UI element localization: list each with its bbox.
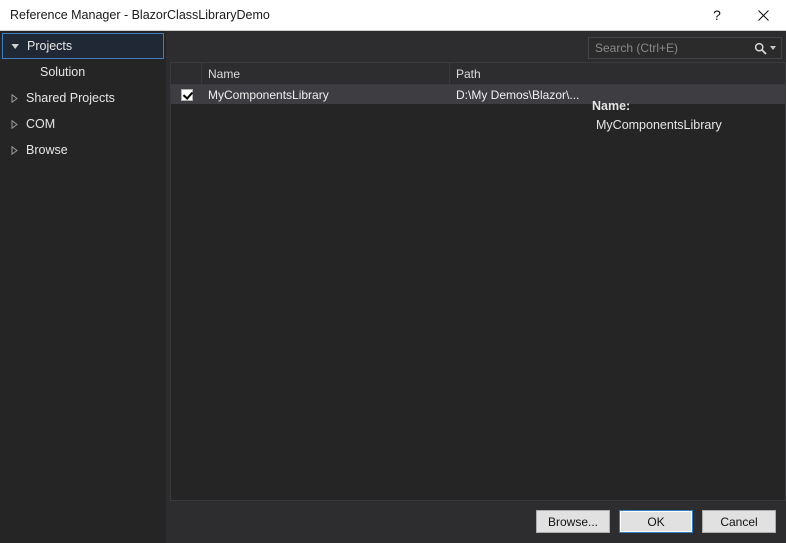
row-checkbox-cell[interactable] bbox=[171, 85, 202, 104]
dialog-body: Projects Solution Shared Projects COM Br… bbox=[0, 31, 786, 543]
browse-button[interactable]: Browse... bbox=[536, 510, 610, 533]
question-mark-icon: ? bbox=[713, 7, 721, 23]
window-controls: ? bbox=[694, 0, 786, 30]
search-box[interactable] bbox=[588, 37, 782, 59]
row-name-cell: MyComponentsLibrary bbox=[208, 87, 329, 102]
search-box-icons bbox=[754, 42, 781, 55]
close-icon bbox=[757, 9, 769, 21]
search-input[interactable] bbox=[589, 40, 754, 56]
checkbox-icon[interactable] bbox=[180, 88, 193, 101]
detail-name-value: MyComponentsLibrary bbox=[596, 118, 722, 133]
sidebar-item-solution[interactable]: Solution bbox=[0, 59, 166, 85]
sidebar-item-label: Projects bbox=[27, 39, 73, 53]
sidebar-item-label: Browse bbox=[26, 143, 68, 157]
ok-button[interactable]: OK bbox=[619, 510, 693, 533]
title-bar: Reference Manager - BlazorClassLibraryDe… bbox=[0, 0, 786, 31]
cancel-button[interactable]: Cancel bbox=[702, 510, 776, 533]
close-button[interactable] bbox=[740, 0, 786, 30]
category-sidebar: Projects Solution Shared Projects COM Br… bbox=[0, 31, 166, 543]
sidebar-item-projects[interactable]: Projects bbox=[2, 33, 164, 59]
sidebar-item-shared-projects[interactable]: Shared Projects bbox=[0, 85, 166, 111]
dialog-title: Reference Manager - BlazorClassLibraryDe… bbox=[10, 8, 270, 22]
sidebar-item-label: COM bbox=[26, 117, 56, 131]
search-icon[interactable] bbox=[754, 42, 767, 55]
chevron-down-icon[interactable] bbox=[770, 46, 776, 50]
sidebar-item-label: Shared Projects bbox=[26, 91, 115, 105]
detail-pane: Name: MyComponentsLibrary bbox=[592, 97, 782, 136]
reference-manager-dialog: Reference Manager - BlazorClassLibraryDe… bbox=[0, 0, 786, 543]
column-header-checkbox bbox=[171, 63, 202, 84]
dialog-footer: Browse... OK Cancel bbox=[536, 510, 776, 533]
list-header: Name Path bbox=[171, 63, 785, 85]
chevron-down-icon[interactable] bbox=[7, 43, 23, 50]
sidebar-item-label: Solution bbox=[40, 65, 86, 79]
help-button[interactable]: ? bbox=[694, 0, 740, 30]
column-header-name[interactable]: Name bbox=[202, 63, 450, 84]
list-rows: MyComponentsLibrary D:\My Demos\Blazor\.… bbox=[171, 85, 785, 500]
detail-name-label: Name: bbox=[592, 99, 631, 113]
column-header-path[interactable]: Path bbox=[450, 63, 785, 84]
chevron-right-icon[interactable] bbox=[6, 93, 22, 103]
sidebar-item-browse[interactable]: Browse bbox=[0, 137, 166, 163]
chevron-right-icon[interactable] bbox=[6, 145, 22, 155]
chevron-right-icon[interactable] bbox=[6, 119, 22, 129]
sidebar-item-com[interactable]: COM bbox=[0, 111, 166, 137]
